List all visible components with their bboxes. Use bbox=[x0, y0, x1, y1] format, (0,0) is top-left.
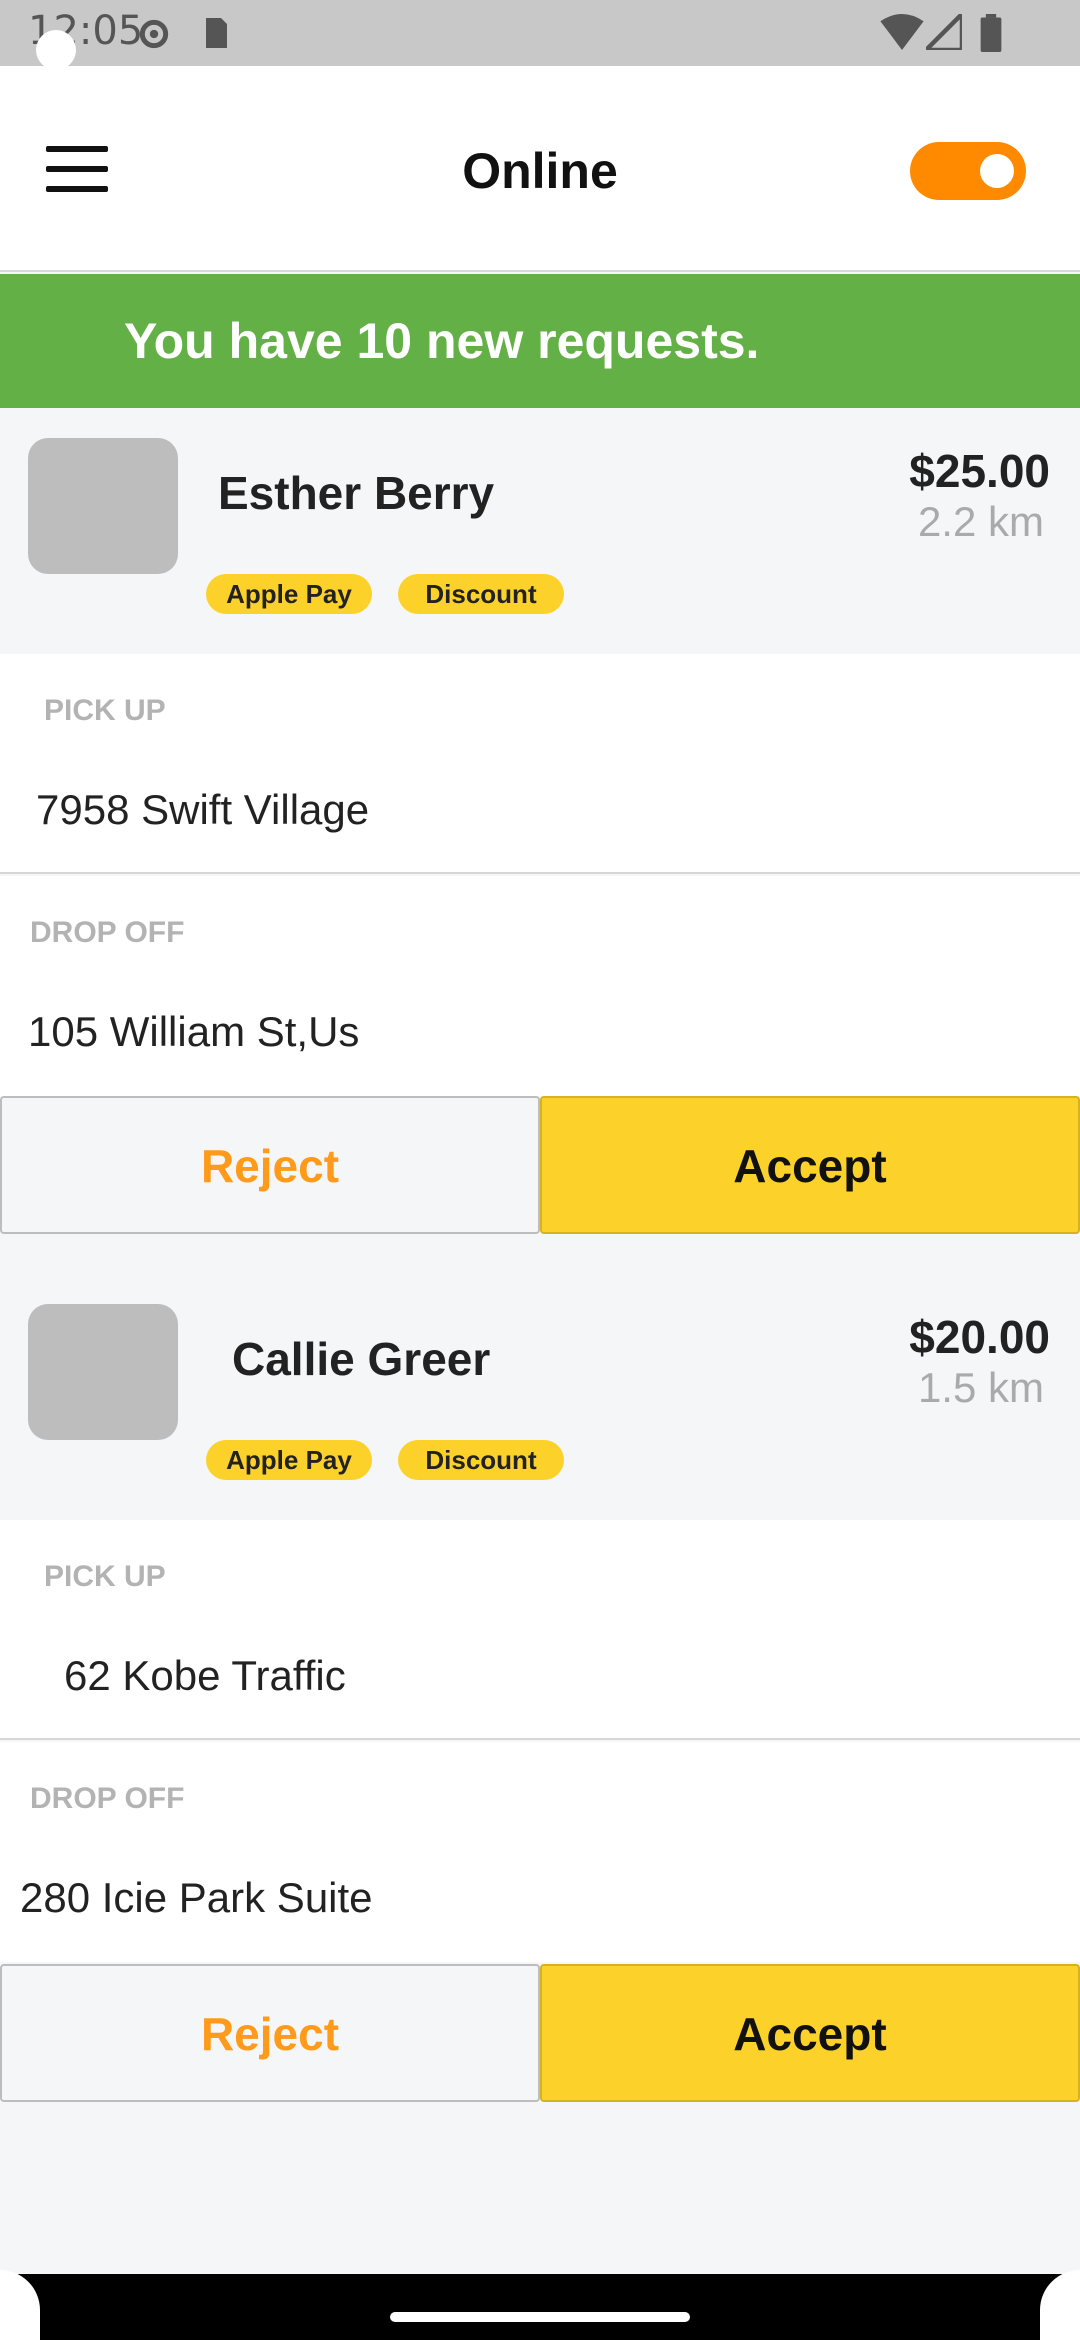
pickup-label: PICK UP bbox=[44, 694, 166, 727]
status-bar: 12:05 bbox=[0, 0, 1080, 66]
discount-tag: Discount bbox=[398, 574, 564, 614]
request-card: Esther Berry $25.00 2.2 km Apple Pay Dis… bbox=[0, 408, 1080, 1234]
toggle-knob bbox=[980, 154, 1014, 188]
dropoff-address: 105 William St,Us bbox=[28, 1008, 360, 1055]
pickup-section: PICK UP 7958 Swift Village bbox=[0, 654, 1080, 874]
dropoff-section: DROP OFF 105 William St,Us bbox=[0, 876, 1080, 1096]
fare-amount: $20.00 bbox=[909, 1311, 1050, 1363]
dropoff-label: DROP OFF bbox=[30, 916, 185, 949]
dropoff-address: 280 Icie Park Suite bbox=[20, 1874, 373, 1921]
reject-button[interactable]: Reject bbox=[0, 1964, 540, 2102]
avatar bbox=[28, 438, 178, 574]
sd-card-icon bbox=[206, 18, 227, 48]
settings-icon bbox=[139, 19, 169, 49]
request-card-header: Esther Berry $25.00 2.2 km Apple Pay Dis… bbox=[0, 408, 1080, 654]
request-card-header: Callie Greer $20.00 1.5 km Apple Pay Dis… bbox=[0, 1274, 1080, 1520]
payment-tag: Apple Pay bbox=[206, 1440, 372, 1480]
payment-tag: Apple Pay bbox=[206, 574, 372, 614]
online-toggle[interactable] bbox=[910, 142, 1026, 200]
pickup-label: PICK UP bbox=[44, 1560, 166, 1593]
accept-button[interactable]: Accept bbox=[540, 1096, 1080, 1234]
wifi-icon bbox=[880, 14, 924, 50]
dropoff-section: DROP OFF 280 Icie Park Suite bbox=[0, 1742, 1080, 1962]
battery-icon bbox=[980, 14, 1002, 52]
camera-cutout bbox=[36, 30, 76, 70]
rider-name: Callie Greer bbox=[232, 1333, 491, 1385]
pickup-address: 7958 Swift Village bbox=[36, 786, 370, 833]
home-indicator[interactable] bbox=[390, 2312, 690, 2322]
banner-text: You have 10 new requests. bbox=[124, 313, 760, 369]
dropoff-label: DROP OFF bbox=[30, 1782, 185, 1815]
accept-button[interactable]: Accept bbox=[540, 1964, 1080, 2102]
app-header: Online bbox=[0, 66, 1080, 272]
requests-banner: You have 10 new requests. bbox=[0, 274, 1080, 408]
signal-icon bbox=[926, 14, 962, 50]
reject-button[interactable]: Reject bbox=[0, 1096, 540, 1234]
rider-name: Esther Berry bbox=[218, 467, 495, 519]
distance: 2.2 km bbox=[917, 498, 1044, 545]
pickup-section: PICK UP 62 Kobe Traffic bbox=[0, 1520, 1080, 1740]
discount-tag: Discount bbox=[398, 1440, 564, 1480]
request-card: Callie Greer $20.00 1.5 km Apple Pay Dis… bbox=[0, 1274, 1080, 2102]
fare-amount: $25.00 bbox=[909, 445, 1050, 497]
navigation-bar bbox=[0, 2274, 1080, 2340]
pickup-address: 62 Kobe Traffic bbox=[64, 1652, 346, 1699]
distance: 1.5 km bbox=[917, 1364, 1044, 1411]
avatar bbox=[28, 1304, 178, 1440]
